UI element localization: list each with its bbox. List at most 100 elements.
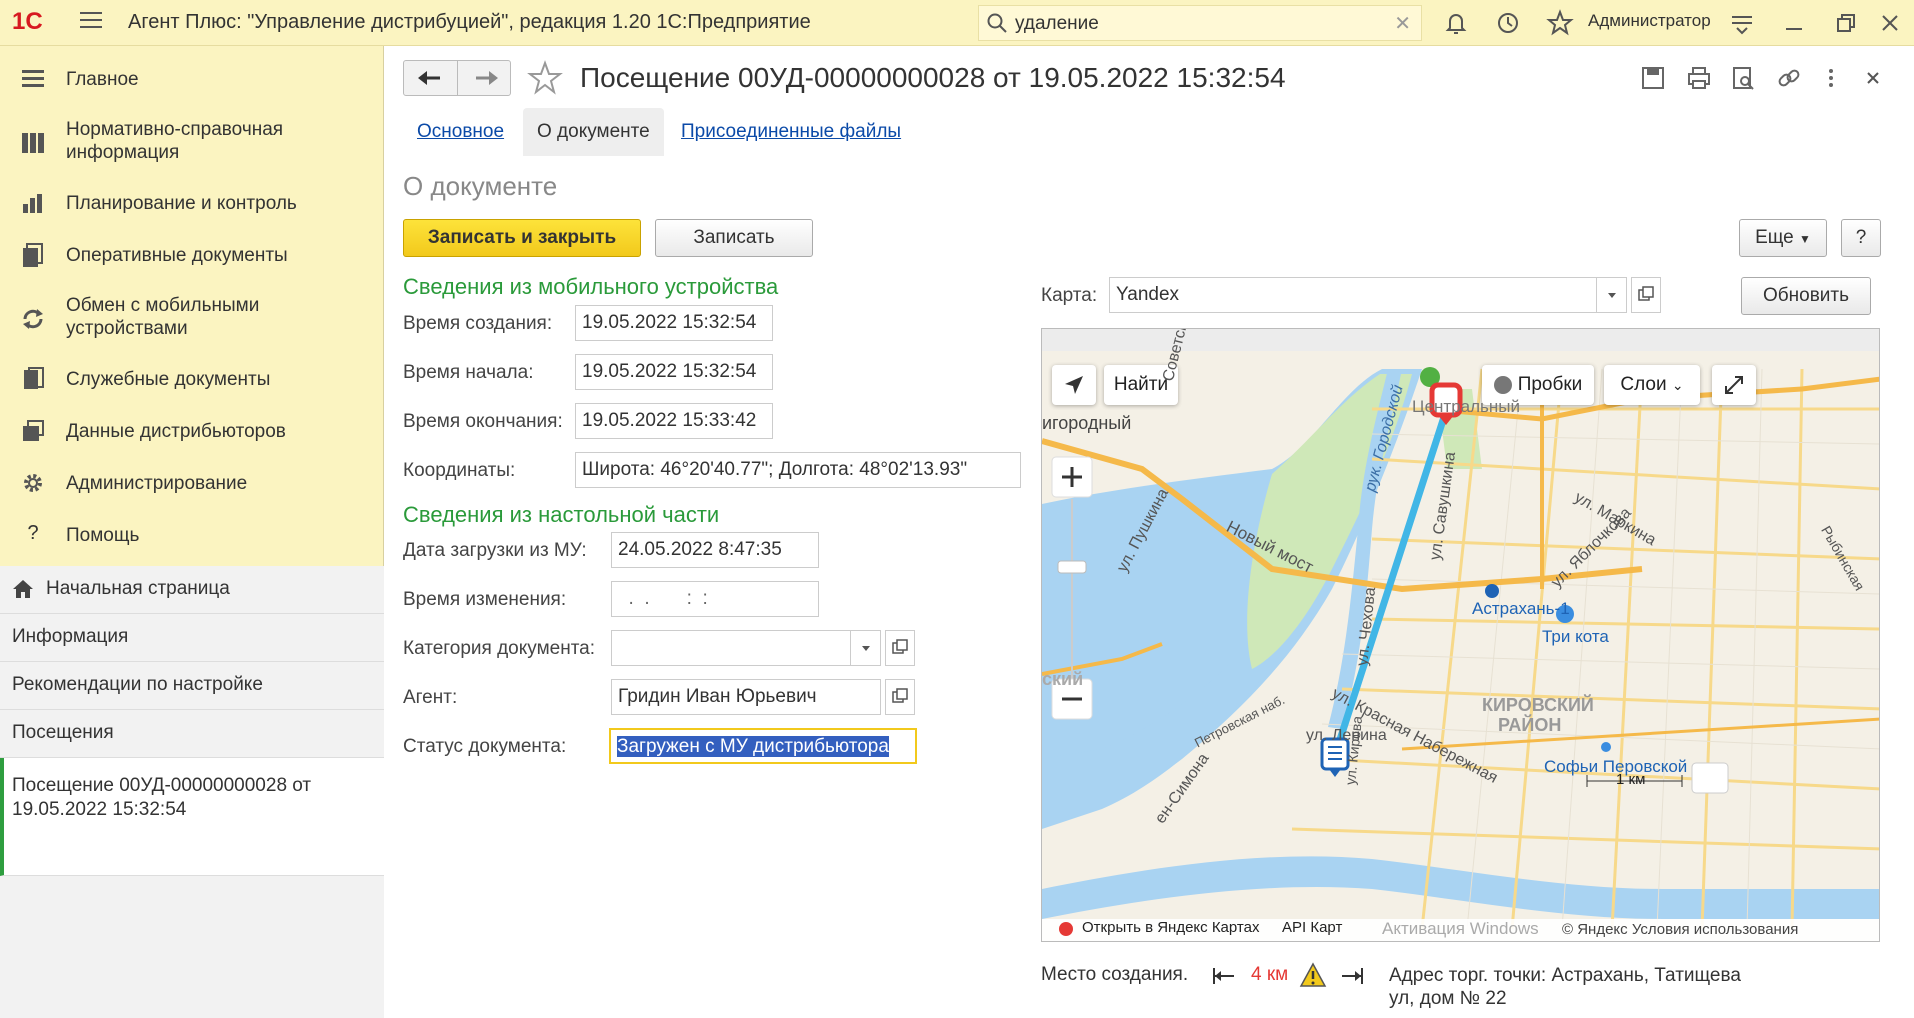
more-label: Еще [1755,227,1794,248]
sidebar-item-label: Планирование и контроль [66,193,297,214]
sidebar-item-main[interactable]: Главное [0,60,384,100]
bell-icon[interactable] [1442,9,1470,37]
sidebar-item-mobile-exchange[interactable]: Обмен с мобильными устройствами [0,288,384,348]
locate-button[interactable] [1052,365,1096,405]
layers-button[interactable]: Слои ⌄ [1604,365,1700,405]
nav-recommendations[interactable]: Рекомендации по настройке [0,662,384,710]
agent-field[interactable]: Гридин Иван Юрьевич [611,679,881,715]
category-dropdown-button[interactable] [850,631,880,665]
status-field[interactable]: Загружен с МУ дистрибьютора [609,728,917,764]
sidebar-item-label: Данные дистрибьюторов [66,421,286,442]
arrow-right-icon [476,71,498,85]
main-menu-icon[interactable] [80,12,102,30]
sidebar-item-help[interactable]: ? Помощь [0,516,384,556]
sidebar-item-reference[interactable]: Нормативно-справочная информация [0,112,384,172]
category-field[interactable] [611,630,881,666]
tab-attached-files[interactable]: Присоединенные файлы [667,108,915,156]
coordinates-field[interactable]: Широта: 46°20'40.77"; Долгота: 48°02'13.… [575,452,1021,488]
map-canvas[interactable] [1042,329,1880,942]
changed-time-label: Время изменения: [403,589,567,610]
nav-home-page[interactable]: Начальная страница [0,566,384,614]
link-icon[interactable] [1775,64,1803,92]
created-field[interactable]: 19.05.2022 15:32:54 [575,305,773,341]
map-view[interactable]: Найти Пробки Слои ⌄ игородный Советская … [1041,328,1880,942]
yandex-terms[interactable]: © Яндекс Условия использования [1562,921,1798,938]
favorites-star-icon[interactable] [1546,9,1574,37]
map-provider-field[interactable]: Yandex [1109,277,1627,313]
sidebar-item-operational[interactable]: Оперативные документы [0,236,384,276]
forward-button[interactable] [458,61,512,95]
home-icon [13,580,33,598]
nav-visits[interactable]: Посещения [0,710,384,758]
coordinates-label: Координаты: [403,460,516,481]
sidebar-item-distributor-data[interactable]: Данные дистрибьюторов [0,412,384,452]
start-label: Время начала: [403,362,534,383]
search-box[interactable]: удаление ✕ [978,5,1422,41]
history-icon[interactable] [1494,9,1522,37]
help-button[interactable]: ? [1841,219,1881,257]
map-provider-open-button[interactable] [1631,277,1661,313]
sidebar-item-label: Главное [66,69,139,90]
chevron-down-icon [862,646,870,651]
tab-main[interactable]: Основное [403,108,518,156]
sidebar-item-label: Оперативные документы [66,245,288,266]
sidebar-item-label: Служебные документы [66,369,271,390]
help-icon: ? [27,522,39,544]
save-disk-icon[interactable] [1639,64,1667,92]
end-label: Время окончания: [403,411,563,432]
app-logo[interactable]: 1С [12,8,43,36]
close-form-icon[interactable] [1859,64,1887,92]
chevron-down-icon: ⌄ [1671,377,1684,393]
nav-label: Информация [12,626,129,647]
close-window-icon[interactable] [1876,9,1904,37]
start-field[interactable]: 19.05.2022 15:32:54 [575,354,773,390]
preview-icon[interactable] [1729,64,1757,92]
outlet-address: Адрес торг. точки: Астрахань, Татищева у… [1389,965,1741,1009]
maps-api-link[interactable]: API Карт [1282,919,1342,936]
arrow-left-icon [418,71,440,85]
print-icon[interactable] [1685,64,1713,92]
created-label: Время создания: [403,313,553,334]
more-button[interactable]: Еще ▼ [1739,219,1827,257]
agent-label: Агент: [403,687,458,708]
more-vertical-icon[interactable] [1817,64,1845,92]
sidebar-item-service-docs[interactable]: Служебные документы [0,360,384,400]
map-label-rayon: РАЙОН [1498,715,1562,735]
clear-search-icon[interactable]: ✕ [1394,11,1411,36]
agent-open-button[interactable] [885,679,915,715]
mobile-info-group-title: Сведения из мобильного устройства [403,274,779,299]
favorite-star-icon[interactable] [527,60,563,96]
sidebar-item-planning[interactable]: Планирование и контроль [0,184,384,224]
search-input[interactable]: удаление [1015,13,1099,35]
nav-current-visit[interactable]: Посещение 00УД-00000000028 от 19.05.2022… [0,758,384,876]
end-field[interactable]: 19.05.2022 15:33:42 [575,403,773,439]
user-name[interactable]: Администратор [1588,11,1711,31]
settings-lines-icon[interactable] [1728,9,1756,37]
open-in-yandex-link[interactable]: Открыть в Яндекс Картах [1082,919,1259,936]
map-label: Карта: [1041,285,1098,306]
map-label-district-center: Центральный [1412,397,1520,416]
service-docs-icon [24,367,44,389]
back-button[interactable] [404,61,458,95]
save-and-close-button[interactable]: Записать и закрыть [403,219,641,257]
map-label-district: игородный [1042,413,1132,433]
tab-about-document[interactable]: О документе [523,108,664,156]
nav-information[interactable]: Информация [0,614,384,662]
document-title: Посещение 00УД-00000000028 от 19.05.2022… [580,62,1286,93]
refresh-map-button[interactable]: Обновить [1741,277,1871,315]
menu-icon [22,70,44,87]
category-open-button[interactable] [885,630,915,666]
fullscreen-button[interactable] [1712,365,1756,405]
save-button[interactable]: Записать [655,219,813,257]
map-label-kirovsky: КИРОВСКИЙ [1482,695,1594,715]
changed-time-field[interactable]: . . : : [611,581,819,617]
upload-date-field[interactable]: 24.05.2022 8:47:35 [611,532,819,568]
restore-icon[interactable] [1832,9,1860,37]
open-icon [1638,286,1654,301]
map-provider-dropdown-button[interactable] [1596,278,1626,312]
sidebar-item-administration[interactable]: Администрирование [0,464,384,504]
navigation-arrow-icon [1065,376,1083,394]
minimize-icon[interactable] [1780,9,1808,37]
traffic-icon [1493,375,1512,394]
gear-icon [24,474,42,492]
